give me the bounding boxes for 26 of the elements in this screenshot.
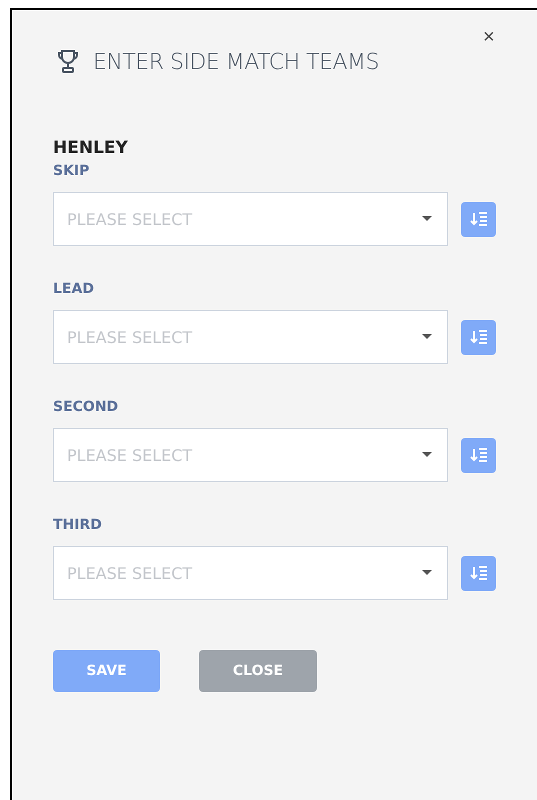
- trophy-icon: [57, 49, 79, 75]
- field-label: THIRD: [53, 516, 102, 535]
- select-field[interactable]: PLEASE SELECT: [53, 546, 448, 600]
- caret-icon: [422, 452, 432, 457]
- caret-icon: [422, 216, 432, 221]
- close-button[interactable]: ×: [479, 26, 499, 48]
- field-label: LEAD: [53, 280, 94, 299]
- save-button[interactable]: SAVE: [53, 650, 160, 692]
- sort-button[interactable]: [461, 320, 496, 354]
- dialog-title: ENTER SIDE MATCH TEAMS: [93, 50, 379, 74]
- sort-icon: [470, 329, 488, 345]
- team-name: HENLEY: [53, 137, 128, 160]
- sort-button[interactable]: [461, 556, 496, 590]
- close-button[interactable]: CLOSE: [199, 650, 317, 692]
- select-field[interactable]: PLEASE SELECT: [53, 192, 448, 246]
- sort-button[interactable]: [461, 438, 496, 472]
- sort-icon: [470, 565, 488, 581]
- sort-icon: [470, 447, 488, 463]
- sort-button[interactable]: [461, 202, 496, 236]
- select-field[interactable]: PLEASE SELECT: [53, 310, 448, 364]
- field-label: SECOND: [53, 398, 118, 417]
- sort-icon: [470, 211, 488, 227]
- select-field[interactable]: PLEASE SELECT: [53, 428, 448, 482]
- caret-icon: [422, 334, 432, 339]
- caret-icon: [422, 570, 432, 575]
- field-label: SKIP: [53, 162, 90, 181]
